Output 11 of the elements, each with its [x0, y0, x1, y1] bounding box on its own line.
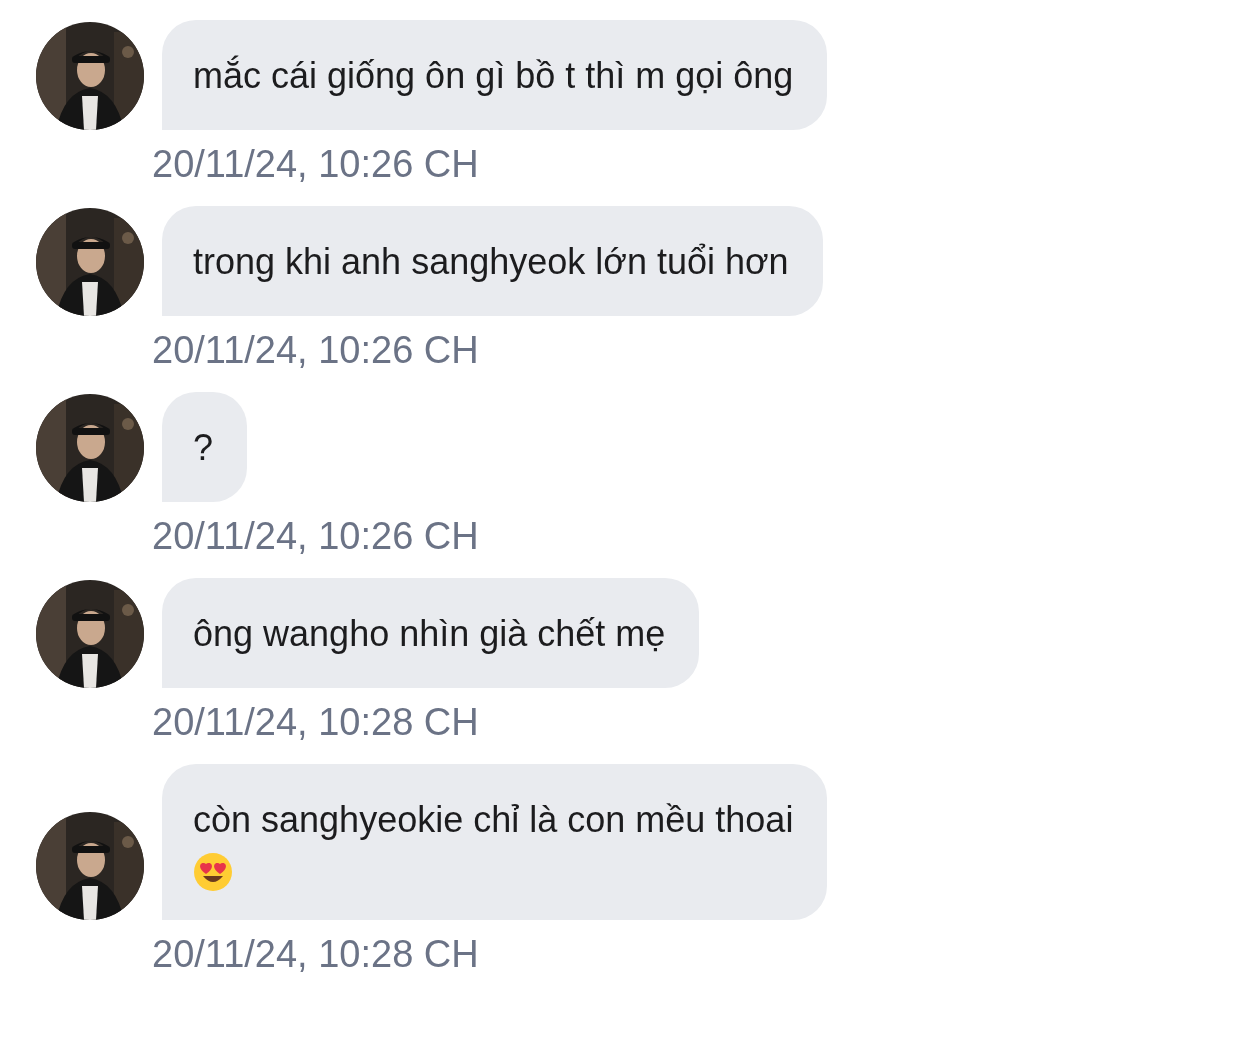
timestamp: 20/11/24, 10:26 CH	[152, 142, 480, 186]
message-text: trong khi anh sanghyeok lớn tuổi hơn	[193, 240, 789, 284]
timestamp: 20/11/24, 10:28 CH	[152, 932, 480, 976]
message-text: ?	[193, 426, 214, 470]
heart-eyes-emoji-icon	[193, 852, 233, 892]
message-text: còn sanghyeokie chỉ là con mều thoai	[193, 798, 794, 842]
message-text: ông wangho nhìn già chết mẹ	[193, 612, 666, 656]
timestamp: 20/11/24, 10:26 CH	[152, 514, 480, 558]
timestamp: 20/11/24, 10:26 CH	[152, 328, 480, 372]
message-text: mắc cái giống ôn gì bồ t thì m gọi ông	[193, 54, 794, 98]
timestamp: 20/11/24, 10:28 CH	[152, 700, 480, 744]
